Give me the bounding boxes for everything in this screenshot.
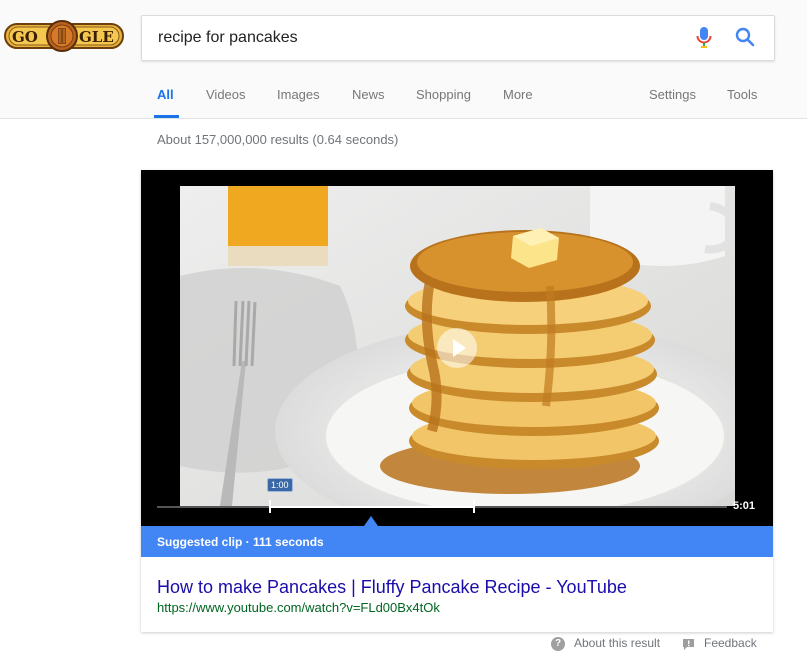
suggested-clip-bar[interactable]: Suggested clip · 111 seconds bbox=[141, 526, 773, 557]
play-button[interactable] bbox=[437, 328, 477, 368]
tools-link[interactable]: Tools bbox=[727, 87, 757, 102]
header: GO GLE recipe for pancakes All Videos Im… bbox=[0, 0, 807, 119]
result-stats: About 157,000,000 results (0.64 seconds) bbox=[157, 132, 399, 147]
microphone-icon[interactable] bbox=[696, 26, 712, 50]
feedback-link[interactable]: Feedback bbox=[704, 636, 757, 650]
svg-text:GLE: GLE bbox=[79, 28, 114, 46]
suggested-clip-range bbox=[269, 506, 475, 508]
clip-end-handle[interactable] bbox=[473, 500, 475, 513]
search-input[interactable]: recipe for pancakes bbox=[158, 29, 298, 47]
video-player[interactable]: 1:00 5:01 bbox=[141, 170, 773, 526]
tab-videos[interactable]: Videos bbox=[206, 87, 246, 102]
feedback-icon[interactable] bbox=[682, 638, 695, 651]
svg-text:GO: GO bbox=[12, 28, 38, 46]
search-box[interactable]: recipe for pancakes bbox=[141, 15, 775, 61]
tab-images[interactable]: Images bbox=[277, 87, 320, 102]
clip-start-handle[interactable] bbox=[269, 500, 271, 513]
result-title-link[interactable]: How to make Pancakes | Fluffy Pancake Re… bbox=[157, 577, 627, 598]
tab-shopping[interactable]: Shopping bbox=[416, 87, 471, 102]
settings-link[interactable]: Settings bbox=[649, 87, 696, 102]
video-duration: 5:01 bbox=[733, 500, 756, 512]
clip-pointer bbox=[364, 516, 378, 526]
help-icon[interactable]: ? bbox=[551, 637, 565, 651]
search-tabs: All Videos Images News Shopping More Set… bbox=[0, 84, 807, 118]
search-icon[interactable] bbox=[735, 27, 755, 47]
about-this-result-link[interactable]: About this result bbox=[574, 636, 660, 650]
tab-all[interactable]: All bbox=[157, 87, 174, 102]
tab-news[interactable]: News bbox=[352, 87, 385, 102]
suggested-clip-label: Suggested clip · 111 seconds bbox=[157, 535, 324, 549]
tab-more[interactable]: More bbox=[503, 87, 533, 102]
featured-video-card: 1:00 5:01 Suggested clip · 111 seconds H… bbox=[141, 170, 773, 632]
clip-start-time: 1:00 bbox=[267, 478, 293, 492]
result-url: https://www.youtube.com/watch?v=FLd00Bx4… bbox=[157, 600, 440, 615]
google-doodle-logo[interactable]: GO GLE bbox=[4, 17, 124, 55]
active-tab-indicator bbox=[154, 115, 179, 118]
